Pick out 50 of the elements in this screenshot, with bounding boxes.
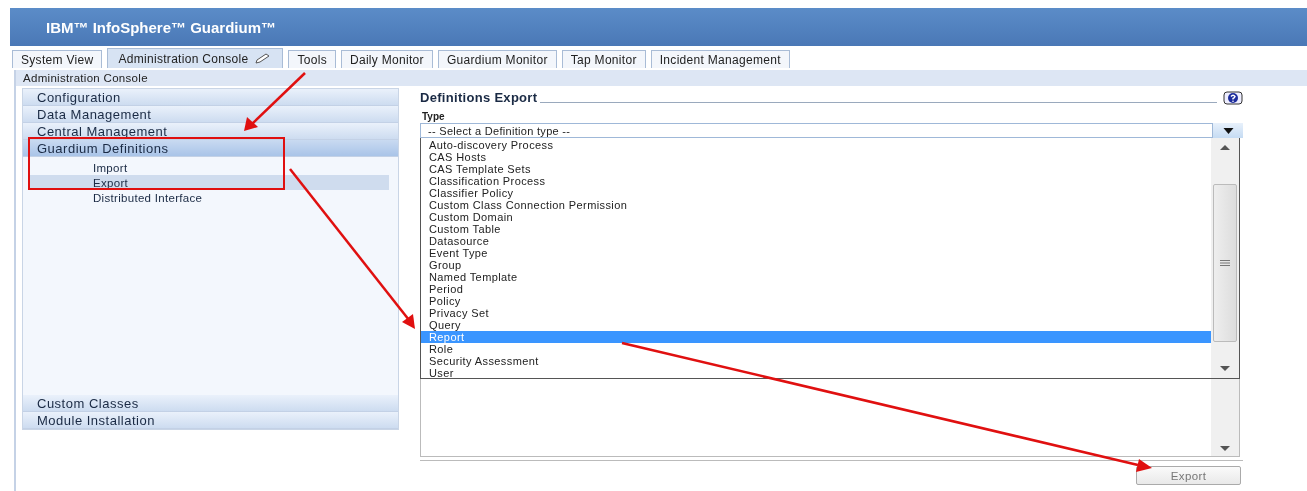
tab[interactable]: System View [12, 50, 103, 68]
panel-title: Definitions Export [420, 90, 538, 105]
tab[interactable]: Tools [288, 50, 336, 68]
product-title: IBM™ InfoSphere™ Guardium™ [46, 18, 276, 36]
dropdown-option[interactable]: Group [421, 259, 1211, 271]
sidebar-item[interactable]: Import [30, 160, 389, 175]
sidebar-section[interactable]: Configuration [23, 89, 398, 106]
dropdown-option[interactable]: Custom Class Connection Permission [421, 199, 1211, 211]
field-label: Type [422, 111, 446, 122]
type-dropdown[interactable]: -- Select a Definition type -- [420, 123, 1243, 138]
scrollbar[interactable] [1211, 138, 1239, 378]
dropdown-option[interactable]: Event Type [421, 247, 1211, 259]
dropdown-option[interactable]: Classifier Policy [421, 187, 1211, 199]
dropdown-option[interactable]: Auto-discovery Process [421, 139, 1211, 151]
dropdown-option[interactable]: Security Assessment [421, 355, 1211, 367]
sidebar-section[interactable]: Guardium Definitions [23, 140, 398, 157]
dropdown-option[interactable]: Named Template [421, 271, 1211, 283]
breadcrumb: Administration Console [16, 70, 1307, 86]
sidebar-section[interactable]: Custom Classes [23, 395, 398, 412]
tab[interactable]: Tap Monitor [561, 50, 646, 68]
dropdown-option[interactable]: Privacy Set [421, 307, 1211, 319]
export-button[interactable]: Export [1136, 466, 1241, 485]
dropdown-option[interactable]: Custom Table [421, 223, 1211, 235]
dropdown-option[interactable]: Query [421, 319, 1211, 331]
scrollbar-thumb[interactable] [1213, 184, 1237, 342]
sidebar-item[interactable]: Distributed Interface [30, 190, 389, 205]
tab[interactable]: Daily Monitor [340, 50, 433, 68]
annotation-arrow [244, 72, 306, 131]
dropdown-option[interactable]: CAS Template Sets [421, 163, 1211, 175]
caret-down-icon [1222, 127, 1234, 134]
tab[interactable]: Incident Management [650, 50, 790, 68]
sidebar-section[interactable]: Central Management [23, 123, 398, 140]
dropdown-option[interactable]: Classification Process [421, 175, 1211, 187]
tab[interactable]: Administration Console [107, 48, 284, 68]
tab[interactable]: Guardium Monitor [437, 50, 557, 68]
dropdown-option[interactable]: Policy [421, 295, 1211, 307]
help-icon[interactable] [1223, 91, 1243, 105]
dropdown-option[interactable]: User [421, 367, 1211, 379]
scroll-down-icon [1220, 446, 1230, 452]
dropdown-option[interactable]: Role [421, 343, 1211, 355]
dropdown-option[interactable]: Custom Domain [421, 211, 1211, 223]
scroll-down-icon [1220, 366, 1230, 372]
dropdown-option[interactable]: CAS Hosts [421, 151, 1211, 163]
dropdown-option[interactable]: Period [421, 283, 1211, 295]
sidebar-section[interactable]: Module Installation [23, 412, 398, 429]
sidebar-section[interactable]: Data Management [23, 106, 398, 123]
dropdown-option[interactable]: Datasource [421, 235, 1211, 247]
grip-icon [1220, 260, 1230, 266]
scrollbar[interactable] [1211, 379, 1239, 456]
scroll-up-icon [1220, 144, 1230, 150]
